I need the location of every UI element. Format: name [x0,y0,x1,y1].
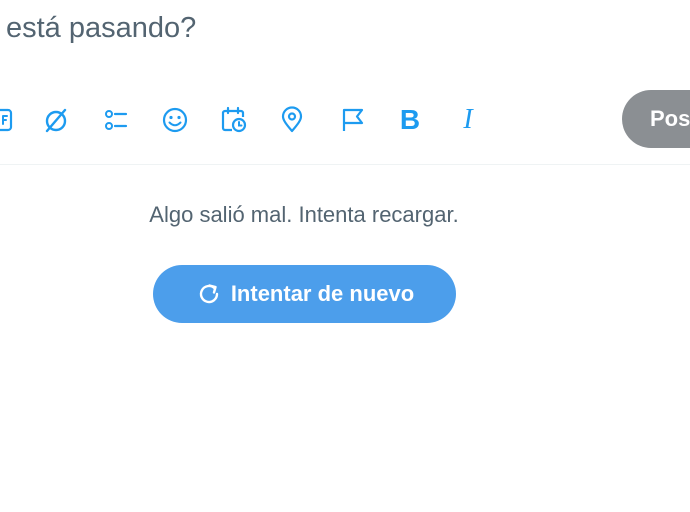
gif-button[interactable] [0,96,22,144]
flag-icon [338,106,366,134]
page: está pasando? B I Pos Algo salió mal. In… [0,0,690,512]
italic-button[interactable]: I [446,96,490,144]
poll-button[interactable] [94,96,138,144]
error-message: Algo salió mal. Intenta recargar. [149,202,459,227]
refresh-icon [195,280,223,308]
schedule-button[interactable] [212,96,256,144]
gif-icon [0,107,13,133]
italic-icon: I [463,104,473,135]
bold-button[interactable]: B [388,96,432,144]
compose-toolbar: B I [0,96,690,144]
retry-button[interactable]: Intentar de nuevo [153,265,456,323]
location-icon [278,106,306,134]
flag-button[interactable] [330,96,374,144]
schedule-icon [220,106,248,134]
retry-label: Intentar de nuevo [230,281,415,306]
emoji-icon [161,106,189,134]
emoji-button[interactable] [153,96,197,144]
compose-placeholder[interactable]: está pasando? [6,8,196,48]
post-button[interactable]: Pos [622,90,690,148]
bold-icon: B [399,104,421,135]
divider [0,164,690,165]
grok-icon [42,106,70,134]
poll-icon [102,106,130,134]
location-button[interactable] [270,96,314,144]
grok-button[interactable] [34,96,78,144]
